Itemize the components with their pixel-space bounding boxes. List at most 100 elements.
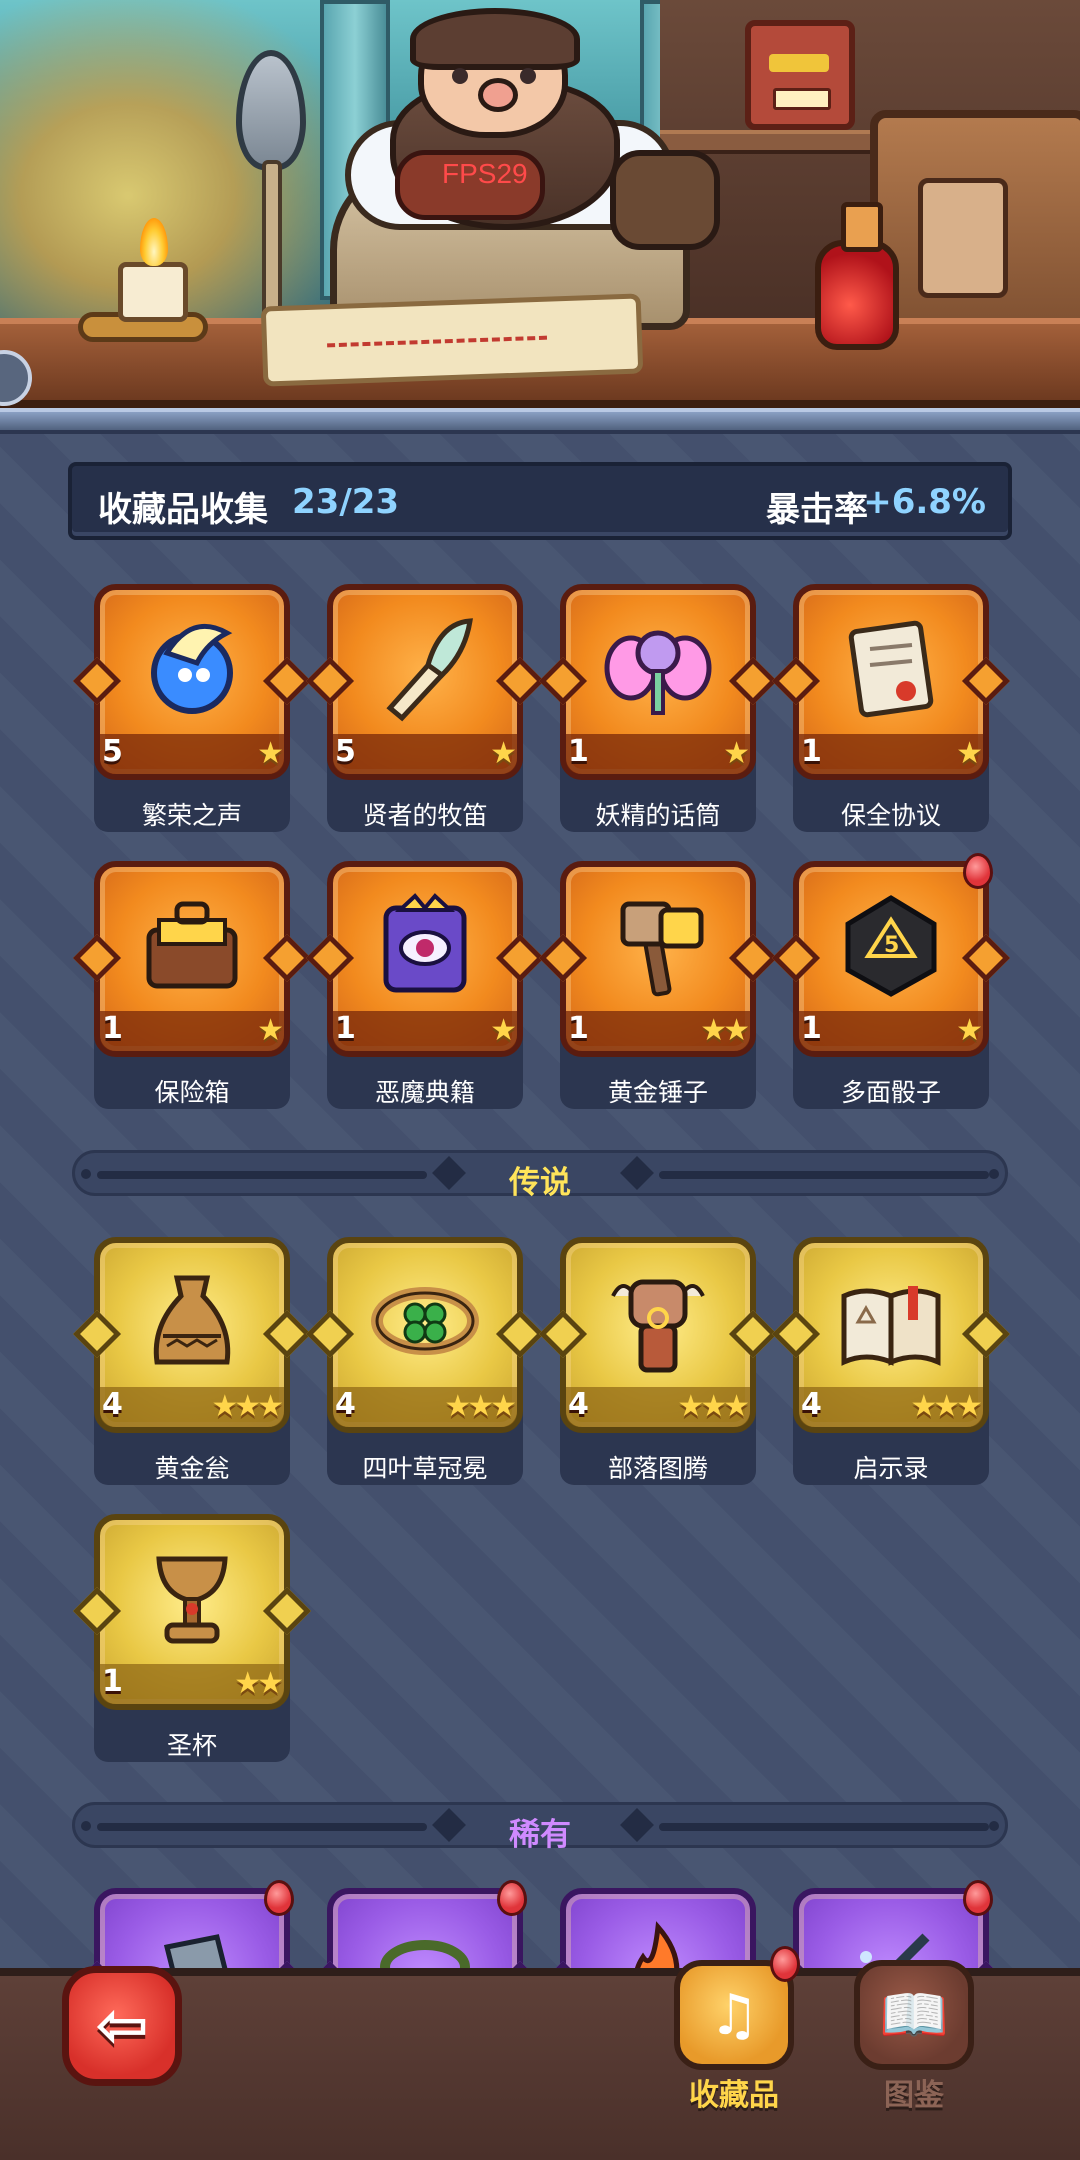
card-name: 多面骰子 <box>840 1078 941 1107</box>
crit-rate-value: +6.8% <box>863 482 986 522</box>
card-name: 启示录 <box>853 1454 929 1483</box>
contract-scroll-icon <box>831 608 951 728</box>
back-button[interactable]: ⇦ <box>62 1966 182 2086</box>
card-stars: ★★ <box>234 1666 284 1701</box>
card-level: 4 <box>102 1387 123 1422</box>
card-name: 保险箱 <box>154 1078 230 1107</box>
card-name: 部落图腾 <box>607 1454 708 1483</box>
card-stars: ★ <box>490 736 517 771</box>
wooden-cabinet <box>870 110 1080 350</box>
new-badge-icon <box>770 1946 800 1982</box>
card-level: 1 <box>801 1011 822 1046</box>
tribal-totem-icon <box>598 1261 718 1381</box>
dwarf-eye <box>520 68 536 84</box>
new-badge-icon <box>497 1880 527 1916</box>
collectible-card[interactable]: 5 ★ 繁荣之声 <box>72 584 312 832</box>
card-name: 繁荣之声 <box>141 801 242 830</box>
card-level: 1 <box>102 1664 123 1699</box>
card-stars: ★★★ <box>910 1389 983 1424</box>
collection-count: 23/23 <box>292 482 400 522</box>
treasure-chest-icon <box>132 885 252 1005</box>
nav-codex-label: 图鉴 <box>884 2078 944 2113</box>
dwarf-nose <box>478 78 518 112</box>
red-potion-icon <box>815 202 899 350</box>
hero-divider <box>0 408 1080 434</box>
golden-urn-icon <box>132 1261 252 1381</box>
collectible-card[interactable]: 1 ★ 妖精的话筒 <box>538 584 778 832</box>
dwarf-fist <box>610 150 720 250</box>
section-header-rare: 稀有 <box>72 1802 1008 1853</box>
spirit-orb-icon <box>132 608 252 728</box>
card-level: 1 <box>568 1011 589 1046</box>
card-stars: ★★ <box>700 1013 750 1048</box>
card-name: 妖精的话筒 <box>595 801 721 830</box>
book-icon: 📖 <box>854 1960 974 2070</box>
crit-rate-label: 暴击率 <box>766 490 868 530</box>
card-level: 1 <box>568 734 589 769</box>
treasure-map <box>260 293 644 387</box>
clover-crown-icon <box>365 1261 485 1381</box>
collectible-card[interactable]: 4 ★★★ 四叶草冠冕 <box>305 1237 545 1485</box>
section-header-legendary: 传说 <box>72 1150 1008 1201</box>
nav-collection-label: 收藏品 <box>689 2078 779 2113</box>
fairy-microphone-icon <box>598 608 718 728</box>
collectible-card[interactable]: 5 1 ★ 多面骰子 <box>771 853 1011 1109</box>
dwarf-eye <box>452 68 468 84</box>
card-stars: ★ <box>956 736 983 771</box>
card-stars: ★ <box>723 736 750 771</box>
fps-counter: FPS29 <box>442 158 528 189</box>
card-name: 贤者的牧笛 <box>362 801 488 830</box>
card-level: 4 <box>801 1387 822 1422</box>
new-badge-icon <box>264 1880 294 1916</box>
nav-codex-button[interactable]: 📖 图鉴 <box>844 1960 984 2130</box>
card-level: 4 <box>568 1387 589 1422</box>
card-level: 1 <box>335 1011 356 1046</box>
card-level: 1 <box>801 734 822 769</box>
svg-text:5: 5 <box>884 933 899 958</box>
card-level: 5 <box>102 734 123 769</box>
collectible-card[interactable]: 5 ★ 贤者的牧笛 <box>305 584 545 832</box>
collectible-card[interactable]: 1 ★ 保险箱 <box>72 861 312 1109</box>
back-arrow-icon: ⇦ <box>95 1989 149 2063</box>
card-name: 黄金锤子 <box>607 1078 708 1107</box>
card-stars: ★★★ <box>677 1389 750 1424</box>
shop-scene: FPS29 <box>0 0 1080 420</box>
card-name: 保全协议 <box>840 801 941 830</box>
holy-grail-icon <box>132 1538 252 1658</box>
collectible-card[interactable]: 1 ★ 恶魔典籍 <box>305 861 545 1109</box>
summary-title: 收藏品收集 <box>98 490 268 530</box>
card-level: 1 <box>102 1011 123 1046</box>
card-name: 圣杯 <box>166 1731 217 1760</box>
nav-collection-button[interactable]: ♫ 收藏品 <box>664 1946 804 2130</box>
card-stars: ★★★ <box>444 1389 517 1424</box>
new-badge-icon <box>963 853 993 889</box>
card-name: 四叶草冠冕 <box>362 1454 488 1483</box>
card-level: 4 <box>335 1387 356 1422</box>
candle-icon <box>118 262 188 322</box>
shovel-handle <box>262 160 282 330</box>
feather-flute-icon <box>365 608 485 728</box>
card-stars: ★ <box>956 1013 983 1048</box>
collectible-card[interactable]: 4 ★★★ 启示录 <box>771 1237 1011 1485</box>
dwarf-hair <box>410 8 580 70</box>
section-title: 传说 <box>509 1165 571 1201</box>
polyhedral-dice-icon: 5 <box>831 885 951 1005</box>
new-badge-icon <box>963 1880 993 1916</box>
revelation-book-icon <box>831 1261 951 1381</box>
demon-book-icon <box>365 885 485 1005</box>
collection-summary: 收藏品收集 23/23 暴击率 +6.8% <box>68 462 1012 540</box>
card-stars: ★ <box>257 736 284 771</box>
card-name: 恶魔典籍 <box>374 1078 475 1107</box>
card-stars: ★★★ <box>211 1389 284 1424</box>
collectible-card[interactable]: 4 ★★★ 黄金瓮 <box>72 1237 312 1485</box>
totem-mask-icon <box>745 20 855 130</box>
card-stars: ★ <box>490 1013 517 1048</box>
collectible-card[interactable]: 1 ★★ 圣杯 <box>72 1514 312 1762</box>
collectible-card[interactable]: 4 ★★★ 部落图腾 <box>538 1237 778 1485</box>
collectible-card[interactable]: 1 ★ 保全协议 <box>771 584 1011 832</box>
section-title: 稀有 <box>509 1817 571 1853</box>
card-name: 黄金瓮 <box>154 1454 230 1483</box>
golden-hammer-icon <box>598 885 718 1005</box>
collectible-card[interactable]: 1 ★★ 黄金锤子 <box>538 861 778 1109</box>
card-level: 5 <box>335 734 356 769</box>
